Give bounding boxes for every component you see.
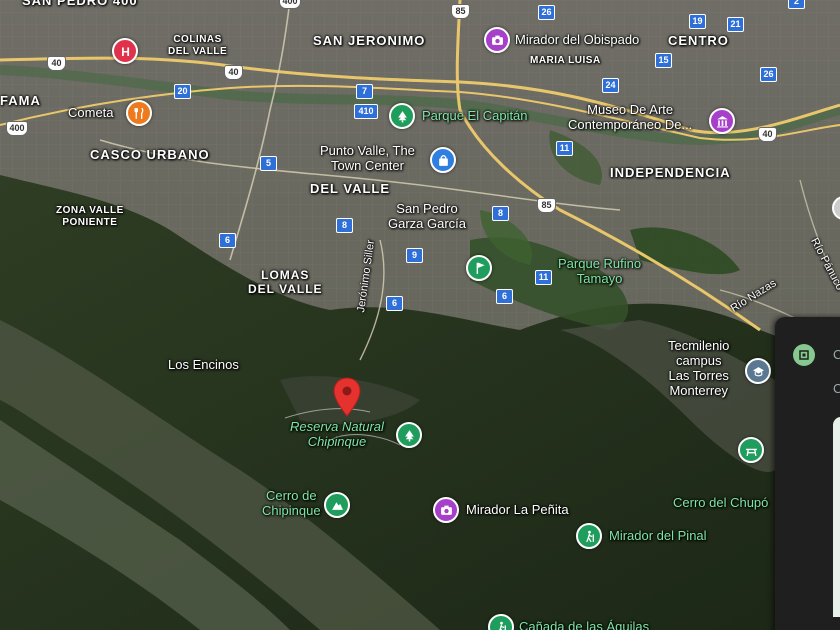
place-label-parque-rufino-tamayo[interactable]: Parque Rufino Tamayo	[558, 256, 641, 287]
route-shield: 11	[535, 270, 552, 285]
shopping-bag-icon[interactable]	[430, 147, 456, 173]
place-label-canada-de-las-aguilas[interactable]: Cañada de las Águilas	[519, 619, 649, 630]
area-label-lomas-del-valle: LOMAS DEL VALLE	[248, 268, 323, 296]
area-label-colinas-del-valle: COLINAS DEL VALLE	[168, 34, 228, 57]
route-shield: 26	[760, 67, 777, 82]
place-label-museo-arte-contemporaneo[interactable]: Museo De Arte Contemporáneo De...	[568, 102, 692, 133]
route-shield: 26	[538, 5, 555, 20]
camera-icon[interactable]	[484, 27, 510, 53]
area-label-centro: CENTRO	[668, 33, 729, 48]
svg-text:H: H	[121, 45, 130, 58]
place-label-parque-el-capitan[interactable]: Parque El Capitán	[422, 108, 528, 124]
hiking-icon[interactable]	[576, 523, 602, 549]
route-shield: 15	[655, 53, 672, 68]
area-label-casco-urbano: CASCO URBANO	[90, 147, 210, 162]
picnic-icon[interactable]	[738, 437, 764, 463]
panel-card[interactable]	[833, 417, 840, 617]
museum-icon[interactable]	[709, 108, 735, 134]
route-shield: 6	[386, 296, 403, 311]
route-shield: 21	[727, 17, 744, 32]
area-label-zona-valle-poniente: ZONA VALLE PONIENTE	[56, 205, 124, 228]
place-label-cerro-de-chipinque[interactable]: Cerro de Chipinque	[262, 488, 321, 519]
map-canvas[interactable]: SAN PEDRO 400 COLINAS DEL VALLE SAN JERO…	[0, 0, 840, 630]
layers-icon[interactable]	[793, 344, 815, 366]
area-label-independencia: INDEPENDENCIA	[610, 165, 731, 180]
area-label-maria-luisa: MARIA LUISA	[530, 55, 601, 66]
route-shield: 85	[451, 4, 470, 19]
route-shield: 8	[492, 206, 509, 221]
place-label-tecmilenio[interactable]: Tecmilenio campus Las Torres Monterrey	[668, 338, 729, 399]
location-pin-icon[interactable]	[333, 377, 361, 417]
place-label-reserva-natural-chipinque[interactable]: Reserva Natural Chipinque	[290, 419, 384, 450]
area-label-fama: FAMA	[0, 93, 41, 108]
route-shield: 400	[6, 121, 28, 136]
route-shield: 40	[47, 56, 66, 71]
place-label-punto-valle[interactable]: Punto Valle, The Town Center	[320, 143, 415, 174]
route-shield: 20	[174, 84, 191, 99]
place-label-cerro-del-chupon[interactable]: Cerro del Chupó	[673, 495, 768, 511]
route-shield: 2	[788, 0, 805, 9]
camera-icon[interactable]	[433, 497, 459, 523]
route-shield: 19	[689, 14, 706, 29]
area-label-san-jeronimo: SAN JERONIMO	[313, 33, 426, 48]
area-label-san-pedro-400: SAN PEDRO 400	[22, 0, 138, 8]
mountain-icon[interactable]	[324, 492, 350, 518]
route-shield: 24	[602, 78, 619, 93]
place-label-san-pedro-garza-garcia[interactable]: San Pedro Garza García	[388, 201, 466, 232]
panel-text-1: C	[833, 347, 840, 362]
route-shield: 40	[758, 127, 777, 142]
place-label-mirador-obispado[interactable]: Mirador del Obispado	[515, 32, 639, 48]
school-icon[interactable]	[745, 358, 771, 384]
place-label-mirador-la-penita[interactable]: Mirador La Peñita	[466, 502, 569, 518]
tree-icon[interactable]	[396, 422, 422, 448]
route-shield: 8	[336, 218, 353, 233]
place-label-mirador-del-pinal[interactable]: Mirador del Pinal	[609, 528, 707, 544]
area-label-del-valle: DEL VALLE	[310, 181, 391, 196]
route-shield: 6	[496, 289, 513, 304]
tree-icon[interactable]	[389, 103, 415, 129]
route-shield: 5	[260, 156, 277, 171]
route-shield: 40	[224, 65, 243, 80]
hospital-icon[interactable]: H	[112, 38, 138, 64]
route-shield: 7	[356, 84, 373, 99]
panel-text-2: C	[833, 381, 840, 396]
restaurant-icon[interactable]	[126, 100, 152, 126]
place-label-cometa[interactable]: Cometa	[68, 105, 114, 121]
route-shield: 11	[556, 141, 573, 156]
side-panel[interactable]: C C	[775, 317, 840, 630]
route-shield: 9	[406, 248, 423, 263]
satellite-terrain	[0, 0, 840, 630]
route-shield: 400	[279, 0, 301, 9]
route-shield: 6	[219, 233, 236, 248]
golf-icon[interactable]	[466, 255, 492, 281]
route-shield: 410	[354, 104, 378, 119]
route-shield: 85	[537, 198, 556, 213]
place-label-los-encinos[interactable]: Los Encinos	[168, 357, 239, 373]
